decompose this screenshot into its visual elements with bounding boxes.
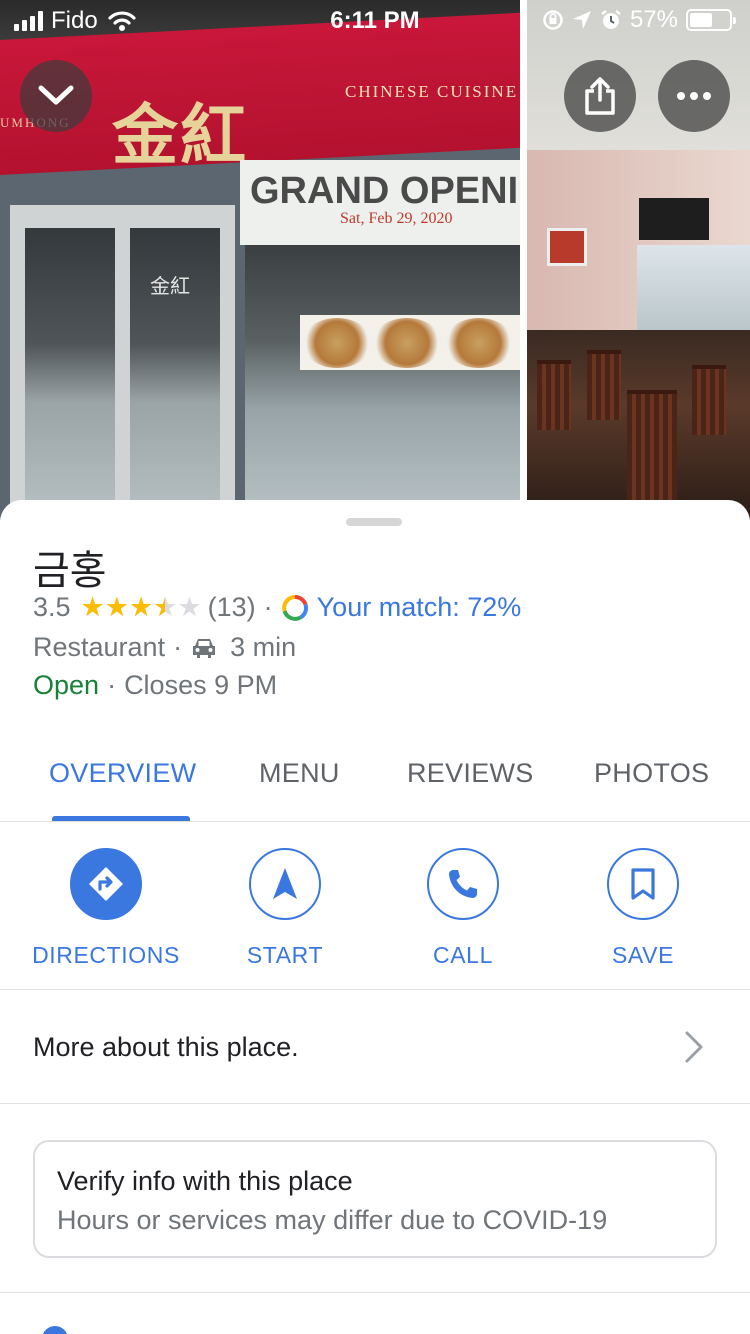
banner-title: GRAND OPENI <box>250 170 519 212</box>
navigation-arrow-icon <box>273 868 297 899</box>
match-score[interactable]: Your match: 72% <box>317 592 522 623</box>
status-right: 57% <box>542 6 736 34</box>
separator: · <box>173 632 183 662</box>
star-fill: ★ <box>128 594 154 621</box>
save-button[interactable]: SAVE <box>558 848 728 969</box>
more-about-label: More about this place. <box>33 1032 299 1062</box>
review-count: (13) <box>207 592 256 622</box>
chevron-right-icon <box>685 1031 703 1063</box>
star-icon: ★★ <box>128 592 154 622</box>
chair <box>537 360 571 430</box>
directions-label: DIRECTIONS <box>32 942 180 968</box>
drag-handle[interactable] <box>346 518 402 526</box>
food-plate <box>444 318 514 368</box>
address-pin-icon <box>42 1326 68 1334</box>
battery-percent: 57% <box>629 6 678 33</box>
start-circle[interactable] <box>249 848 321 920</box>
more-horizontal-icon <box>677 92 711 100</box>
location-arrow-icon <box>572 11 591 29</box>
tab-menu[interactable]: MENU <box>259 758 340 789</box>
tab-reviews[interactable]: REVIEWS <box>407 758 534 789</box>
drive-time: 3 min <box>230 632 297 662</box>
open-status: Open <box>33 670 100 700</box>
star-icon: ★★ <box>153 592 178 622</box>
tab-overview[interactable]: OVERVIEW <box>49 758 196 789</box>
verify-title: Verify info with this place <box>57 1166 353 1196</box>
bookmark-icon <box>631 868 655 900</box>
start-button[interactable]: START <box>200 848 370 969</box>
phone-icon <box>449 870 477 898</box>
tab-bar: OVERVIEW MENU REVIEWS PHOTOS <box>0 740 750 822</box>
door-logo: 金紅 <box>150 276 190 298</box>
star-fill: ★ <box>104 594 129 621</box>
battery-icon <box>686 9 736 31</box>
active-tab-indicator <box>52 816 190 821</box>
google-match-icon <box>281 594 308 621</box>
category: Restaurant <box>33 632 166 662</box>
tv-screen <box>639 198 709 240</box>
category-row: Restaurant · 3 min <box>33 632 296 663</box>
more-about-row[interactable]: More about this place. <box>0 990 750 1104</box>
star-icon: ★ <box>177 592 202 622</box>
rating-value: 3.5 <box>33 592 71 622</box>
call-label: CALL <box>433 942 493 968</box>
chair <box>627 390 677 500</box>
directions-button[interactable]: DIRECTIONS <box>21 848 191 969</box>
banner-date: Sat, Feb 29, 2020 <box>340 210 453 227</box>
more-options-button[interactable] <box>658 60 730 132</box>
status-bar: Fido 6:11 PM 57% <box>0 0 750 40</box>
verify-info-card[interactable]: Verify info with this place Hours or ser… <box>33 1140 717 1258</box>
collapse-button[interactable] <box>20 60 92 132</box>
photo-gallery[interactable]: 金紅 CHINESE CUISINE UMHONG 金紅 GRAND OPENI… <box>0 0 750 520</box>
star-fill: ★ <box>80 594 105 621</box>
glass-window <box>637 245 750 335</box>
hours-row[interactable]: Open · Closes 9 PM <box>33 670 277 701</box>
save-label: SAVE <box>611 942 675 968</box>
car-icon <box>193 638 216 658</box>
directions-circle[interactable] <box>70 848 142 920</box>
save-circle[interactable] <box>607 848 679 920</box>
share-icon <box>585 77 615 115</box>
closing-time: Closes 9 PM <box>124 670 278 700</box>
chair <box>587 350 621 420</box>
place-sheet: 금홍 3.5 ★★★★★★★★★ (13) · Your match: 72% … <box>0 500 750 1334</box>
alarm-icon <box>601 10 621 29</box>
place-title: 금홍 <box>33 548 107 594</box>
verify-subtitle: Hours or services may differ due to COVI… <box>57 1205 608 1235</box>
door-left <box>25 228 115 518</box>
food-plate <box>302 318 372 368</box>
action-bar: DIRECTIONS START CALL SAVE <box>0 822 750 990</box>
tab-photos[interactable]: PHOTOS <box>594 758 709 789</box>
call-circle[interactable] <box>427 848 499 920</box>
star-fill: ★ <box>153 594 165 621</box>
star-icon: ★★ <box>80 592 105 622</box>
star-icon: ★★ <box>104 592 129 622</box>
chevron-down-icon <box>38 85 74 105</box>
directions-icon <box>89 867 123 901</box>
wall-painting <box>547 228 587 266</box>
orientation-lock-icon <box>543 10 563 30</box>
sign-logo-glyphs: 金紅 <box>112 100 248 173</box>
chair <box>692 365 726 435</box>
rating-row[interactable]: 3.5 ★★★★★★★★★ (13) · Your match: 72% <box>33 592 521 623</box>
sign-chinese-cuisine: CHINESE CUISINE <box>345 82 519 101</box>
call-button[interactable]: CALL <box>378 848 548 969</box>
battery-level <box>690 13 712 27</box>
food-plate <box>372 318 442 368</box>
start-label: START <box>246 942 324 968</box>
shop-window <box>245 245 520 520</box>
separator: · <box>107 670 117 700</box>
divider <box>0 1292 750 1293</box>
share-button[interactable] <box>564 60 636 132</box>
star-rating: ★★★★★★★★★ <box>81 594 202 621</box>
separator: · <box>263 592 273 622</box>
